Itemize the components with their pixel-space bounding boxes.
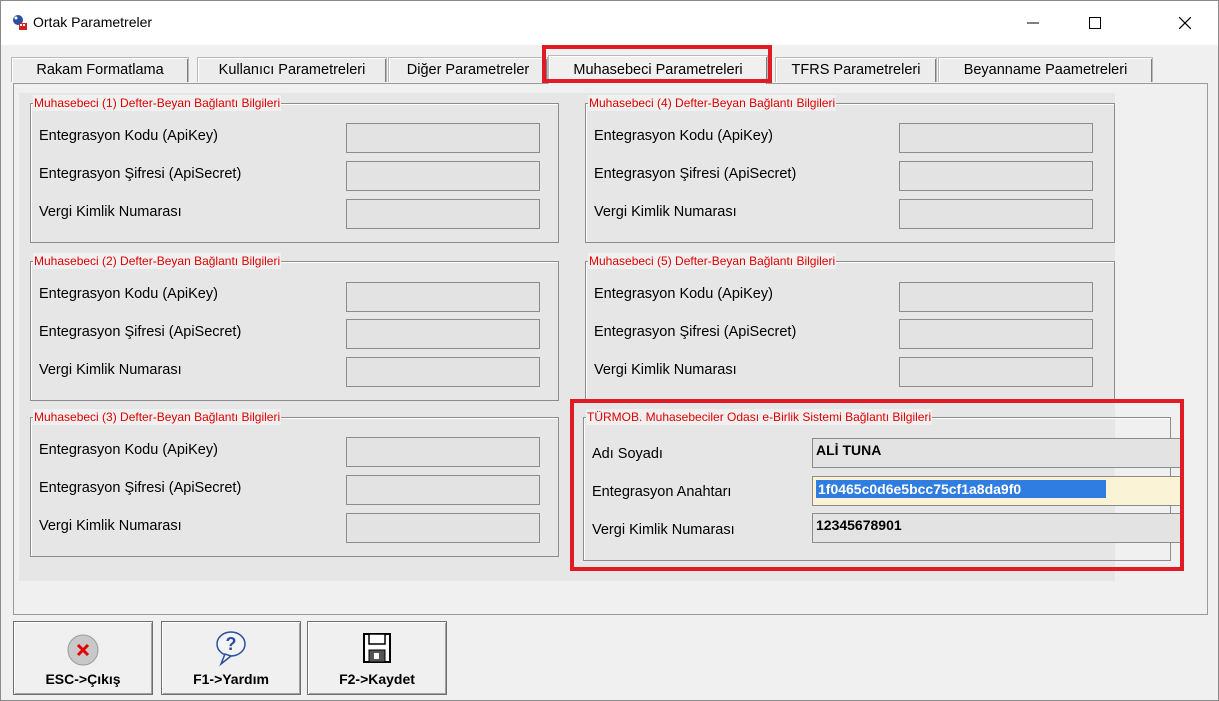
exit-button[interactable]: ESC->Çıkış bbox=[13, 621, 153, 695]
close-button[interactable] bbox=[1162, 1, 1208, 45]
tax-id-field[interactable] bbox=[899, 357, 1093, 387]
title-bar: Ortak Parametreler bbox=[1, 1, 1218, 45]
window-title: Ortak Parametreler bbox=[33, 14, 153, 30]
group-title: Muhasebeci (2) Defter-Beyan Bağlantı Bil… bbox=[33, 253, 282, 269]
integration-key-field[interactable]: 1f0465c0d6e5bcc75cf1a8da9f0 bbox=[812, 476, 1184, 506]
group-title: Muhasebeci (1) Defter-Beyan Bağlantı Bil… bbox=[33, 95, 282, 111]
minimize-icon bbox=[1027, 22, 1039, 24]
maximize-icon bbox=[1089, 17, 1101, 29]
svg-text:?: ? bbox=[226, 634, 237, 654]
save-button-label: F2->Kaydet bbox=[339, 671, 415, 687]
tax-id-label: Vergi Kimlik Numarası bbox=[594, 362, 737, 378]
integration-key-value: 1f0465c0d6e5bcc75cf1a8da9f0 bbox=[816, 480, 1106, 498]
apisecret-field[interactable] bbox=[346, 161, 540, 191]
apikey-field[interactable] bbox=[346, 282, 540, 312]
tab-diger-parametreler[interactable]: Diğer Parametreler bbox=[388, 57, 548, 82]
help-button[interactable]: ? F1->Yardım bbox=[161, 621, 301, 695]
apikey-field[interactable] bbox=[346, 123, 540, 153]
tab-label: Kullanıcı Parametreleri bbox=[218, 62, 366, 78]
group-turmob: TÜRMOB. Muhasebeciler Odası e-Birlik Sis… bbox=[583, 409, 1184, 561]
group-muhasebeci-3: Muhasebeci (3) Defter-Beyan Bağlantı Bil… bbox=[30, 409, 559, 557]
apisecret-label: Entegrasyon Şifresi (ApiSecret) bbox=[39, 324, 242, 340]
group-muhasebeci-4: Muhasebeci (4) Defter-Beyan Bağlantı Bil… bbox=[585, 95, 1115, 243]
tab-kullanici-parametreleri[interactable]: Kullanıcı Parametreleri bbox=[197, 57, 387, 82]
name-field[interactable]: ALİ TUNA bbox=[812, 438, 1184, 468]
apisecret-label: Entegrasyon Şifresi (ApiSecret) bbox=[594, 324, 797, 340]
floppy-disk-icon bbox=[363, 633, 391, 663]
tab-label: Rakam Formatlama bbox=[36, 62, 164, 78]
apikey-label: Entegrasyon Kodu (ApiKey) bbox=[39, 286, 218, 302]
tax-id-label: Vergi Kimlik Numarası bbox=[592, 522, 735, 538]
apisecret-field[interactable] bbox=[899, 161, 1093, 191]
tab-beyanname-paametreleri[interactable]: Beyanname Paametreleri bbox=[938, 57, 1153, 82]
close-icon bbox=[1179, 17, 1191, 29]
tax-id-field[interactable] bbox=[899, 199, 1093, 229]
apikey-field[interactable] bbox=[899, 123, 1093, 153]
tax-id-field[interactable] bbox=[346, 513, 540, 543]
apisecret-label: Entegrasyon Şifresi (ApiSecret) bbox=[39, 480, 242, 496]
tax-id-field[interactable]: 12345678901 bbox=[812, 513, 1184, 543]
apisecret-field[interactable] bbox=[346, 475, 540, 505]
group-title: Muhasebeci (4) Defter-Beyan Bağlantı Bil… bbox=[588, 95, 837, 111]
main-window: Ortak Parametreler Rakam Formatlama Kull… bbox=[0, 0, 1219, 701]
help-icon: ? bbox=[216, 631, 246, 667]
group-title: Muhasebeci (3) Defter-Beyan Bağlantı Bil… bbox=[33, 409, 282, 425]
key-label: Entegrasyon Anahtarı bbox=[592, 484, 732, 500]
apikey-label: Entegrasyon Kodu (ApiKey) bbox=[594, 286, 773, 302]
tab-muhasebeci-parametreleri[interactable]: Muhasebeci Parametreleri bbox=[548, 55, 768, 84]
tax-id-label: Vergi Kimlik Numarası bbox=[39, 518, 182, 534]
tab-tfrs-parametreleri[interactable]: TFRS Parametreleri bbox=[775, 57, 937, 82]
cancel-icon bbox=[67, 634, 99, 666]
save-button[interactable]: F2->Kaydet bbox=[307, 621, 447, 695]
tab-label: Diğer Parametreler bbox=[406, 62, 530, 78]
tax-id-field[interactable] bbox=[346, 199, 540, 229]
minimize-button[interactable] bbox=[1010, 1, 1056, 45]
exit-button-label: ESC->Çıkış bbox=[45, 671, 121, 687]
group-muhasebeci-1: Muhasebeci (1) Defter-Beyan Bağlantı Bil… bbox=[30, 95, 559, 243]
tax-id-label: Vergi Kimlik Numarası bbox=[39, 204, 182, 220]
group-title: Muhasebeci (5) Defter-Beyan Bağlantı Bil… bbox=[588, 253, 837, 269]
tax-id-label: Vergi Kimlik Numarası bbox=[594, 204, 737, 220]
apikey-label: Entegrasyon Kodu (ApiKey) bbox=[39, 442, 218, 458]
apisecret-label: Entegrasyon Şifresi (ApiSecret) bbox=[594, 166, 797, 182]
tab-label: Beyanname Paametreleri bbox=[963, 62, 1128, 78]
tab-rakam-formatlama[interactable]: Rakam Formatlama bbox=[11, 57, 189, 82]
name-label: Adı Soyadı bbox=[592, 446, 663, 462]
app-icon bbox=[13, 15, 27, 30]
help-button-label: F1->Yardım bbox=[193, 671, 269, 687]
tax-id-label: Vergi Kimlik Numarası bbox=[39, 362, 182, 378]
apisecret-label: Entegrasyon Şifresi (ApiSecret) bbox=[39, 166, 242, 182]
apikey-field[interactable] bbox=[899, 282, 1093, 312]
group-title: TÜRMOB. Muhasebeciler Odası e-Birlik Sis… bbox=[586, 409, 933, 425]
tax-id-field[interactable] bbox=[346, 357, 540, 387]
group-muhasebeci-5: Muhasebeci (5) Defter-Beyan Bağlantı Bil… bbox=[585, 253, 1115, 401]
maximize-button[interactable] bbox=[1072, 1, 1118, 45]
apikey-label: Entegrasyon Kodu (ApiKey) bbox=[39, 128, 218, 144]
group-muhasebeci-2: Muhasebeci (2) Defter-Beyan Bağlantı Bil… bbox=[30, 253, 559, 401]
tab-label: Muhasebeci Parametreleri bbox=[573, 62, 743, 78]
tab-label: TFRS Parametreleri bbox=[791, 62, 921, 78]
apisecret-field[interactable] bbox=[346, 319, 540, 349]
apisecret-field[interactable] bbox=[899, 319, 1093, 349]
apikey-label: Entegrasyon Kodu (ApiKey) bbox=[594, 128, 773, 144]
apikey-field[interactable] bbox=[346, 437, 540, 467]
